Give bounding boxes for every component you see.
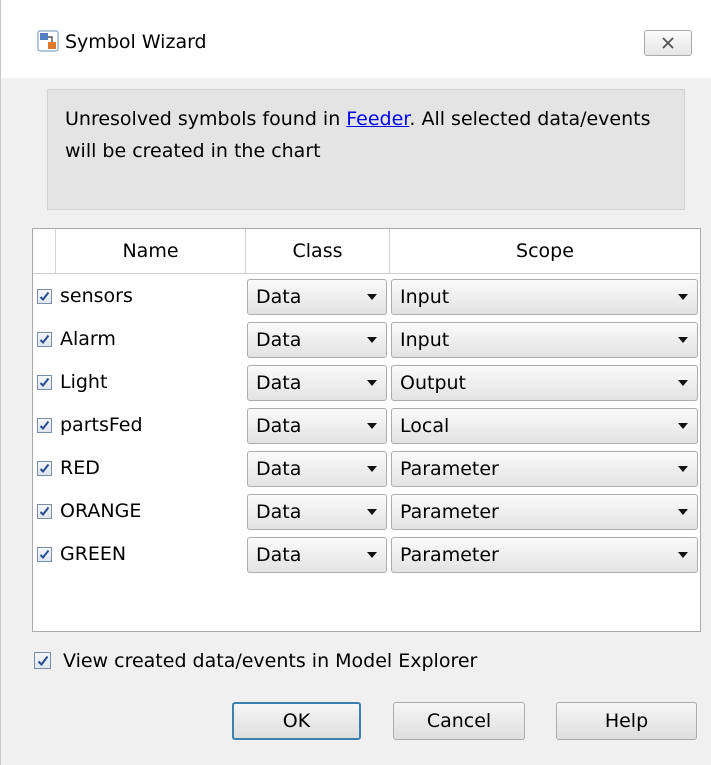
checkmark-icon [39, 334, 50, 345]
chevron-down-icon [678, 466, 688, 472]
row-checkbox[interactable] [37, 547, 52, 562]
chevron-down-icon [367, 509, 377, 515]
table-row: partsFed Data Local [33, 404, 700, 447]
table-header: Name Class Scope [33, 229, 700, 274]
class-value: Data [256, 372, 302, 394]
class-value: Data [256, 415, 302, 437]
chevron-down-icon [367, 380, 377, 386]
row-checkbox[interactable] [37, 375, 52, 390]
table-row: GREEN Data Parameter [33, 533, 700, 576]
view-in-explorer-label[interactable]: View created data/events in Model Explor… [63, 648, 477, 674]
row-checkbox[interactable] [37, 289, 52, 304]
row-checkbox[interactable] [37, 332, 52, 347]
chevron-down-icon [678, 509, 688, 515]
feeder-link[interactable]: Feeder [346, 108, 409, 130]
chevron-down-icon [367, 423, 377, 429]
row-name: Alarm [60, 328, 116, 350]
table-row: RED Data Parameter [33, 447, 700, 490]
scope-dropdown[interactable]: Input [391, 322, 698, 358]
scope-dropdown[interactable]: Output [391, 365, 698, 401]
row-name: partsFed [60, 414, 143, 436]
close-x-icon [662, 37, 674, 49]
scope-dropdown[interactable]: Input [391, 279, 698, 315]
header-check-column [33, 229, 56, 274]
row-checkbox[interactable] [37, 504, 52, 519]
row-name: Light [60, 371, 108, 393]
chevron-down-icon [367, 294, 377, 300]
class-dropdown[interactable]: Data [247, 408, 387, 444]
chevron-down-icon [678, 337, 688, 343]
class-value: Data [256, 458, 302, 480]
scope-value: Parameter [400, 501, 499, 523]
checkmark-icon [37, 655, 49, 667]
scope-dropdown[interactable]: Parameter [391, 537, 698, 573]
table-row: Light Data Output [33, 361, 700, 404]
class-value: Data [256, 544, 302, 566]
row-name: GREEN [60, 543, 127, 565]
scope-dropdown[interactable]: Parameter [391, 494, 698, 530]
close-button[interactable] [644, 30, 692, 56]
class-dropdown[interactable]: Data [247, 365, 387, 401]
scope-value: Parameter [400, 458, 499, 480]
chevron-down-icon [678, 423, 688, 429]
table-row: sensors Data Input [33, 275, 700, 318]
scope-value: Input [400, 286, 450, 308]
chevron-down-icon [678, 380, 688, 386]
class-dropdown[interactable]: Data [247, 322, 387, 358]
title-bar: Symbol Wizard [1, 0, 711, 78]
ok-button[interactable]: OK [232, 702, 361, 740]
row-checkbox[interactable] [37, 461, 52, 476]
row-name: sensors [60, 285, 133, 307]
chevron-down-icon [367, 337, 377, 343]
checkmark-icon [39, 506, 50, 517]
scope-dropdown[interactable]: Parameter [391, 451, 698, 487]
message-panel: Unresolved symbols found in Feeder. All … [47, 89, 685, 210]
message-prefix: Unresolved symbols found in [65, 108, 347, 130]
class-dropdown[interactable]: Data [247, 537, 387, 573]
row-name: ORANGE [60, 500, 142, 522]
class-dropdown[interactable]: Data [247, 451, 387, 487]
checkmark-icon [39, 549, 50, 560]
header-scope[interactable]: Scope [390, 229, 700, 274]
class-dropdown[interactable]: Data [247, 494, 387, 530]
checkmark-icon [39, 463, 50, 474]
cancel-button[interactable]: Cancel [393, 702, 525, 740]
table-row: Alarm Data Input [33, 318, 700, 361]
scope-value: Output [400, 372, 466, 394]
row-checkbox[interactable] [37, 418, 52, 433]
class-value: Data [256, 501, 302, 523]
chevron-down-icon [678, 294, 688, 300]
chevron-down-icon [367, 466, 377, 472]
class-value: Data [256, 286, 302, 308]
checkmark-icon [39, 377, 50, 388]
symbol-wizard-dialog: Symbol Wizard Unresolved symbols found i… [0, 0, 711, 765]
help-button[interactable]: Help [556, 702, 697, 740]
header-class[interactable]: Class [246, 229, 390, 274]
chevron-down-icon [367, 552, 377, 558]
class-value: Data [256, 329, 302, 351]
window-title: Symbol Wizard [65, 31, 207, 53]
table-row: ORANGE Data Parameter [33, 490, 700, 533]
symbols-table: Name Class Scope sensors Data Input Alarm Da… [32, 228, 701, 632]
scope-value: Input [400, 329, 450, 351]
checkmark-icon [39, 420, 50, 431]
scope-value: Local [400, 415, 450, 437]
checkmark-icon [39, 291, 50, 302]
row-name: RED [60, 457, 100, 479]
header-name[interactable]: Name [56, 229, 246, 274]
chevron-down-icon [678, 552, 688, 558]
simulink-icon [37, 30, 59, 52]
view-in-explorer-checkbox[interactable] [34, 652, 51, 669]
scope-dropdown[interactable]: Local [391, 408, 698, 444]
scope-value: Parameter [400, 544, 499, 566]
class-dropdown[interactable]: Data [247, 279, 387, 315]
